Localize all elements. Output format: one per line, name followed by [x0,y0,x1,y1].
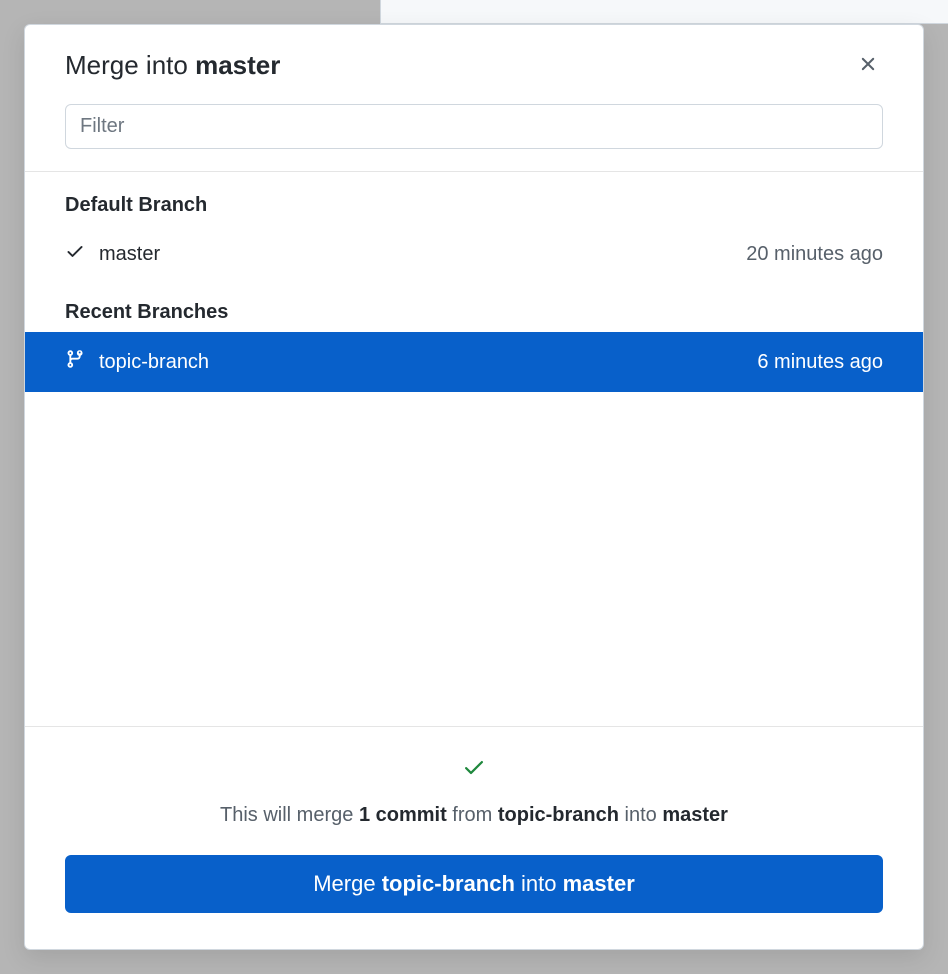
recent-branches-heading: Recent Branches [25,301,923,332]
branch-name: master [99,243,160,266]
branch-row-left: master [65,241,160,267]
branch-time: 6 minutes ago [757,351,883,374]
default-branch-heading: Default Branch [25,194,923,225]
title-prefix: Merge into [65,50,195,80]
merge-status-icon-wrap [65,755,883,784]
filter-input[interactable] [65,104,883,149]
summary-source-branch: topic-branch [498,804,619,826]
background-content [380,0,948,24]
merge-btn-target: master [563,871,635,896]
merge-dialog: Merge into master Default Branch master … [24,24,924,950]
summary-target-branch: master [662,804,728,826]
branch-time: 20 minutes ago [746,243,883,266]
merge-btn-source: topic-branch [382,871,515,896]
merge-btn-prefix: Merge [313,871,381,896]
branch-row-left: topic-branch [65,348,209,376]
check-success-icon [462,766,486,783]
close-icon [857,63,879,78]
branch-list: Default Branch master 20 minutes ago Rec… [25,172,923,726]
branch-row-master[interactable]: master 20 minutes ago [25,225,923,283]
branch-name: topic-branch [99,351,209,374]
branch-row-topic-branch[interactable]: topic-branch 6 minutes ago [25,332,923,392]
dialog-header: Merge into master [25,25,923,104]
title-target-branch: master [195,50,280,80]
merge-btn-into: into [515,871,563,896]
summary-from: from [447,804,498,826]
summary-prefix: This will merge [220,804,359,826]
merge-button[interactable]: Merge topic-branch into master [65,855,883,913]
dialog-title: Merge into master [65,50,280,81]
check-icon [65,241,85,267]
dialog-footer: This will merge 1 commit from topic-bran… [25,726,923,949]
summary-into: into [619,804,662,826]
close-button[interactable] [853,49,883,82]
filter-container [25,104,923,172]
merge-summary: This will merge 1 commit from topic-bran… [65,804,883,827]
git-branch-icon [65,348,85,376]
summary-commit-count: 1 commit [359,804,447,826]
